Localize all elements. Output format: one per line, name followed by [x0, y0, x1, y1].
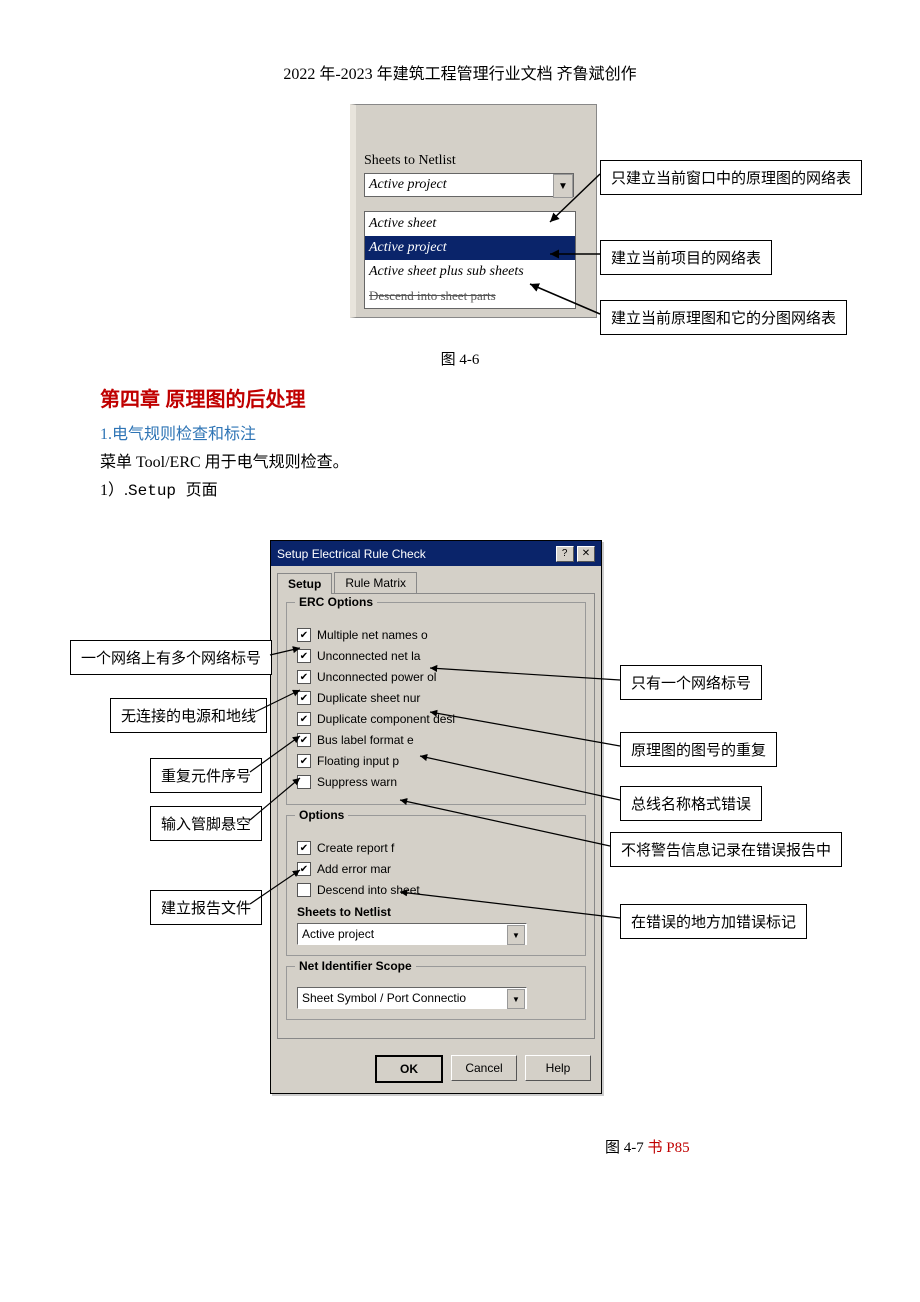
dropdown-icon[interactable]: ▼	[507, 925, 525, 945]
ok-button[interactable]: OK	[375, 1055, 443, 1083]
options-title: Options	[295, 808, 348, 822]
nis-value: Sheet Symbol / Port Connectio	[302, 991, 466, 1005]
checkbox-icon[interactable]	[297, 883, 311, 897]
callout-multi-net: 一个网络上有多个网络标号	[70, 640, 272, 675]
options-group: Options ✔Create report f ✔Add error mar …	[286, 815, 586, 956]
chk-duplicate-sheet-num[interactable]: ✔Duplicate sheet nur	[297, 689, 575, 707]
netlist-option-list[interactable]: Active sheet Active project Active sheet…	[364, 211, 576, 309]
page-header: 2022 年-2023 年建筑工程管理行业文档 齐鲁斌创作	[100, 60, 820, 84]
net-identifier-select[interactable]: Sheet Symbol / Port Connectio ▼	[297, 987, 527, 1009]
netlist-option-hidden: Descend into sheet parts	[365, 284, 575, 308]
checkbox-icon[interactable]: ✔	[297, 862, 311, 876]
chk-add-error-mark[interactable]: ✔Add error mar	[297, 860, 575, 878]
callout-unconnected-power: 无连接的电源和地线	[110, 698, 267, 733]
netlist-option[interactable]: Active sheet	[365, 212, 575, 236]
callout-active-sheet: 只建立当前窗口中的原理图的网络表	[600, 160, 862, 195]
chk-descend-sheet[interactable]: Descend into sheet	[297, 881, 575, 899]
body-text-1: 菜单 Tool/ERC 用于电气规则检查。	[100, 448, 820, 472]
erc-dialog: Setup Electrical Rule Check ? ✕ Setup Ru…	[270, 540, 602, 1094]
dialog-title: Setup Electrical Rule Check	[277, 547, 426, 561]
figure-4-7-caption: 图 4-7 书 P85	[605, 1136, 690, 1157]
callout-duplicate-component: 重复元件序号	[150, 758, 262, 793]
chk-create-report[interactable]: ✔Create report f	[297, 839, 575, 857]
erc-options-group: ERC Options ✔Multiple net names o ✔Uncon…	[286, 602, 586, 805]
chapter-title: 第四章 原理图的后处理	[100, 383, 820, 412]
chk-suppress-warn[interactable]: Suppress warn	[297, 773, 575, 791]
checkbox-icon[interactable]: ✔	[297, 691, 311, 705]
chk-multiple-net-names[interactable]: ✔Multiple net names o	[297, 626, 575, 644]
checkbox-icon[interactable]	[297, 775, 311, 789]
chk-floating-input[interactable]: ✔Floating input p	[297, 752, 575, 770]
close-icon[interactable]: ✕	[577, 546, 595, 562]
section-1-title: 1.电气规则检查和标注	[100, 420, 820, 444]
help-button[interactable]: Help	[525, 1055, 591, 1081]
net-identifier-group: Net Identifier Scope Sheet Symbol / Port…	[286, 966, 586, 1020]
netlist-option[interactable]: Active sheet plus sub sheets	[365, 260, 575, 284]
checkbox-icon[interactable]: ✔	[297, 712, 311, 726]
chk-bus-label-format[interactable]: ✔Bus label format e	[297, 731, 575, 749]
tab-body: ERC Options ✔Multiple net names o ✔Uncon…	[277, 593, 595, 1039]
callout-floating-input: 输入管脚悬空	[150, 806, 262, 841]
checkbox-icon[interactable]: ✔	[297, 754, 311, 768]
help-icon[interactable]: ?	[556, 546, 574, 562]
callout-dup-sheet: 原理图的图号的重复	[620, 732, 777, 767]
checkbox-icon[interactable]: ✔	[297, 841, 311, 855]
checkbox-icon[interactable]: ✔	[297, 733, 311, 747]
sheets-to-netlist-label: Sheets to Netlist	[297, 905, 575, 919]
checkbox-icon[interactable]: ✔	[297, 670, 311, 684]
sheets-to-netlist-select[interactable]: Active project ▼	[297, 923, 527, 945]
netlist-select-value: Active project	[369, 177, 447, 193]
callout-active-project: 建立当前项目的网络表	[600, 240, 772, 275]
tab-rule-matrix[interactable]: Rule Matrix	[334, 572, 417, 593]
chk-unconnected-power[interactable]: ✔Unconnected power ol	[297, 668, 575, 686]
stn-value: Active project	[302, 927, 374, 941]
cancel-button[interactable]: Cancel	[451, 1055, 517, 1081]
dropdown-icon[interactable]: ▼	[507, 989, 525, 1009]
dialog-titlebar: Setup Electrical Rule Check ? ✕	[271, 541, 601, 566]
body-text-2: 1）.Setup 页面	[100, 476, 820, 500]
net-identifier-title: Net Identifier Scope	[295, 959, 416, 973]
erc-options-title: ERC Options	[295, 595, 377, 609]
checkbox-icon[interactable]: ✔	[297, 649, 311, 663]
callout-single-net: 只有一个网络标号	[620, 665, 762, 700]
checkbox-icon[interactable]: ✔	[297, 628, 311, 642]
sheets-to-netlist-label: Sheets to Netlist	[364, 153, 456, 169]
figure-4-6-caption: 图 4-6	[100, 348, 820, 369]
tab-setup[interactable]: Setup	[277, 573, 332, 594]
figure-4-7: Setup Electrical Rule Check ? ✕ Setup Ru…	[100, 540, 820, 1200]
dropdown-icon[interactable]: ▼	[553, 174, 573, 198]
chk-duplicate-component[interactable]: ✔Duplicate component desi	[297, 710, 575, 728]
callout-error-mark: 在错误的地方加错误标记	[620, 904, 807, 939]
figure-4-6: Sheets to Netlist Active project ▼ Activ…	[100, 104, 820, 344]
callout-suppress-warn: 不将警告信息记录在错误报告中	[610, 832, 842, 867]
dialog-buttons: OK Cancel Help	[271, 1045, 601, 1093]
netlist-option-selected[interactable]: Active project	[365, 236, 575, 260]
netlist-panel: Sheets to Netlist Active project ▼ Activ…	[350, 104, 597, 318]
callout-sub-sheets: 建立当前原理图和它的分图网络表	[600, 300, 847, 335]
callout-create-report: 建立报告文件	[150, 890, 262, 925]
chk-unconnected-net-labels[interactable]: ✔Unconnected net la	[297, 647, 575, 665]
netlist-select[interactable]: Active project ▼	[364, 173, 574, 197]
callout-bus-format: 总线名称格式错误	[620, 786, 762, 821]
